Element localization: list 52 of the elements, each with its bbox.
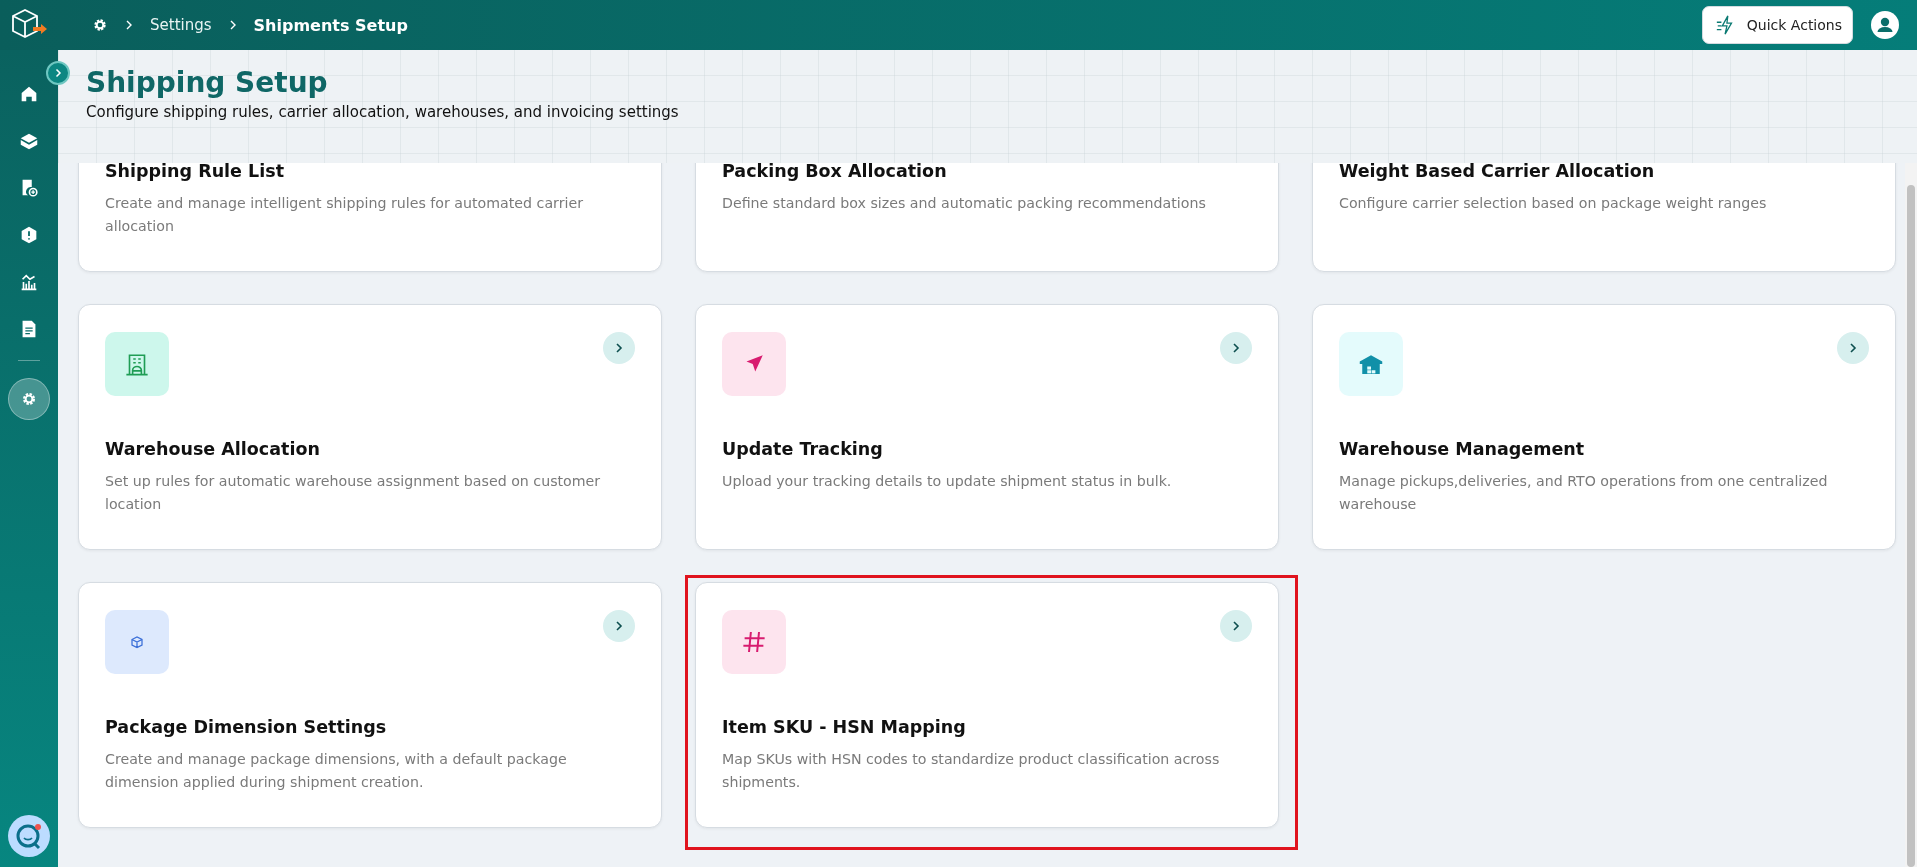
card-title: Shipping Rule List — [105, 163, 286, 181]
settings-card[interactable]: Warehouse Management Manage pickups,deliveries, and RTO operations from one centralized warehouse — [1312, 304, 1896, 550]
card-title: Warehouse Allocation — [105, 439, 321, 459]
avatar-icon[interactable] — [1871, 11, 1899, 39]
settings-card[interactable]: Shipping Rule List Create and manage intelligent shipping rules for automated carrier allocation — [78, 163, 662, 272]
chevron-right-button[interactable] — [1220, 610, 1252, 642]
settings-card[interactable]: Weight Based Carrier Allocation Configure carrier selection based on package weight ranges — [1312, 163, 1896, 272]
card-description: Create and manage package dimensions, with a default package dimension applied during shipment creation. — [105, 750, 568, 792]
card-title: Warehouse Management — [1339, 439, 1586, 459]
quick-actions-button[interactable]: Quick Actions — [1701, 6, 1853, 44]
settings-icon — [20, 390, 38, 408]
hash-icon — [722, 610, 786, 674]
chevron-right-icon — [1230, 620, 1242, 632]
settings-icon[interactable] — [92, 17, 108, 33]
chevron-right-icon — [613, 620, 625, 632]
chevron-right-icon — [613, 342, 625, 354]
chevron-right-icon — [1230, 342, 1242, 354]
chevron-right-button[interactable] — [1837, 332, 1869, 364]
card-title: Item SKU - HSN Mapping — [722, 717, 967, 737]
card-description: Define standard box sizes and automatic packing recommendations — [722, 194, 1207, 213]
card-description: Manage pickups,deliveries, and RTO operations from one centralized warehouse — [1339, 472, 1829, 514]
cube-icon — [105, 610, 169, 674]
chevron-right-icon — [1847, 342, 1859, 354]
card-description: Map SKUs with HSN codes to standardize product classification across shipments. — [722, 750, 1221, 792]
breadcrumb-current: Shipments Setup — [253, 15, 408, 35]
card-title: Packing Box Allocation — [722, 163, 948, 181]
card-description: Upload your tracking details to update shipment status in bulk. — [722, 472, 1173, 491]
card-description: Set up rules for automatic warehouse assignment based on customer location — [105, 472, 602, 514]
chat-button[interactable] — [8, 815, 50, 857]
chevron-right-icon — [124, 20, 134, 30]
chevron-right-button[interactable] — [603, 610, 635, 642]
warehouse-icon — [1339, 332, 1403, 396]
page-subtitle: Configure shipping rules, carrier allocation, warehouses, and invoicing settings — [86, 103, 680, 121]
chat-icon — [15, 822, 43, 850]
card-description: Configure carrier selection based on package weight ranges — [1339, 194, 1768, 213]
warehouse-icon — [105, 332, 169, 396]
settings-card[interactable]: Update Tracking Upload your tracking details to update shipment status in bulk. — [695, 304, 1279, 550]
scrollbar[interactable] — [1905, 163, 1917, 867]
settings-card[interactable]: Packing Box Allocation Define standard box sizes and automatic packing recommendations — [695, 163, 1279, 272]
settings-nav-item[interactable] — [8, 378, 50, 420]
page-title: Shipping Setup — [86, 66, 329, 99]
card-title: Package Dimension Settings — [105, 717, 388, 737]
chevron-right-button[interactable] — [1220, 332, 1252, 364]
settings-card[interactable]: Warehouse Allocation Set up rules for automatic warehouse assignment based on customer location — [78, 304, 662, 550]
chevron-right-icon — [53, 68, 63, 78]
card-title: Update Tracking — [722, 439, 884, 459]
card-description: Create and manage intelligent shipping rules for automated carrier allocation — [105, 194, 584, 236]
settings-card[interactable]: Package Dimension Settings Create and manage package dimensions, with a default package dimension applied during shipment creation. — [78, 582, 662, 828]
card-title: Weight Based Carrier Allocation — [1339, 163, 1656, 181]
breadcrumb-link[interactable]: Settings — [150, 16, 212, 34]
chevron-right-button[interactable] — [603, 332, 635, 364]
settings-card[interactable]: Item SKU - HSN Mapping Map SKUs with HSN codes to standardize product classification across shipments. — [695, 582, 1279, 828]
